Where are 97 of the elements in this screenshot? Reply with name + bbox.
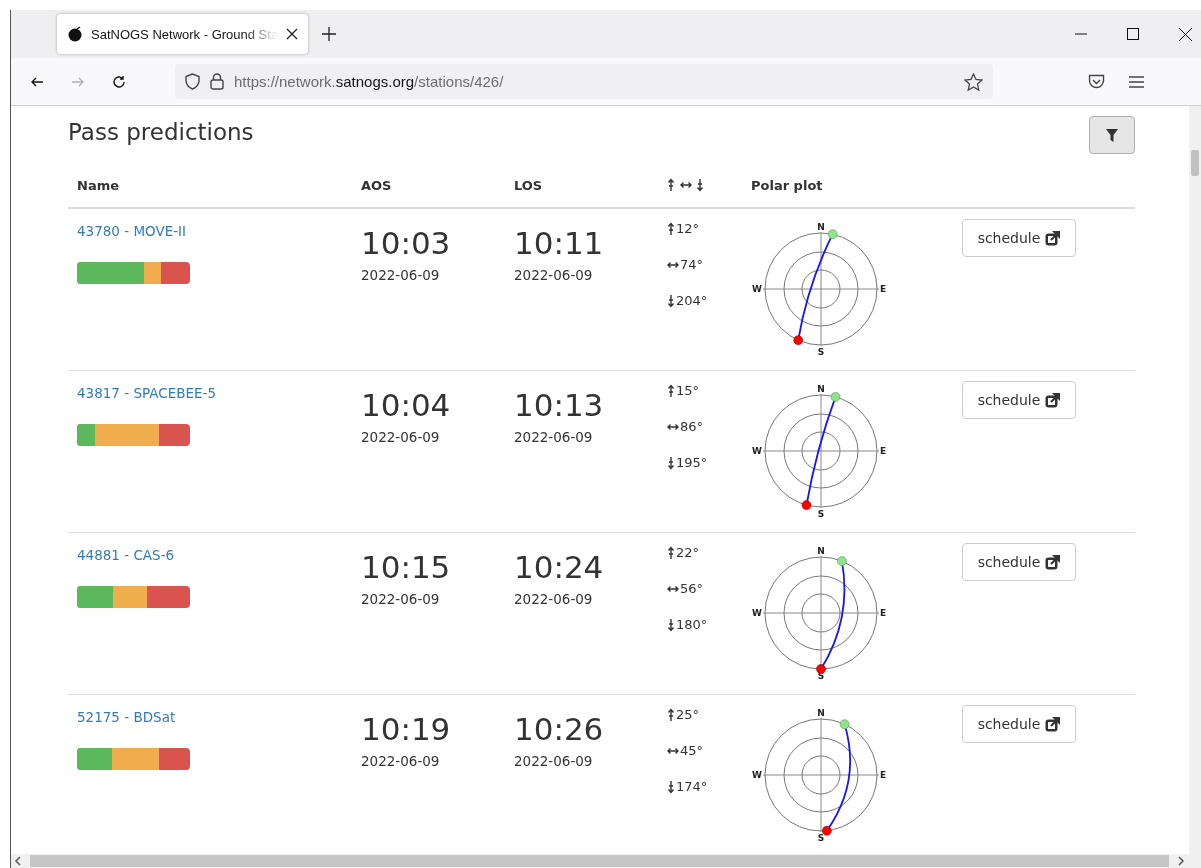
- compass-label: N: [817, 547, 825, 556]
- close-icon[interactable]: [286, 28, 298, 40]
- pass-date: 2022-06-09: [514, 267, 593, 283]
- down-arrow-icon: [667, 293, 675, 308]
- lock-icon: [210, 73, 224, 90]
- compass-label: S: [817, 347, 825, 357]
- pass-date: 2022-06-09: [514, 753, 593, 769]
- pass-time: 10:04: [361, 387, 451, 423]
- external-link-icon: [1045, 554, 1061, 570]
- address-bar[interactable]: https://network.satnogs.org/stations/426/: [175, 64, 993, 99]
- compass-label: E: [880, 608, 887, 618]
- angle-value: 25°: [676, 707, 700, 722]
- url-text: https://network.satnogs.org/stations/426/: [234, 73, 504, 90]
- reload-icon: [111, 73, 127, 90]
- pass-time: 10:11: [514, 225, 604, 261]
- angle-value: 22°: [676, 545, 700, 560]
- pass-date: 2022-06-09: [514, 591, 593, 607]
- schedule-button[interactable]: schedule: [962, 543, 1076, 581]
- end-dot: [822, 825, 832, 836]
- start-dot: [839, 719, 850, 730]
- column-header: LOS: [514, 178, 543, 193]
- end-dot: [816, 664, 826, 674]
- pass-time: 10:03: [361, 225, 451, 261]
- vertical-scrollbar[interactable]: [1189, 106, 1201, 854]
- end-dot: [793, 335, 803, 345]
- angle-value: 56°: [680, 581, 704, 596]
- scrollbar-thumb[interactable]: [30, 855, 1169, 867]
- angle-value: 180°: [676, 617, 708, 632]
- satellite-link[interactable]: 43780 - MOVE-II: [77, 223, 187, 239]
- compass-label: W: [752, 608, 762, 618]
- external-link-icon: [1045, 230, 1061, 246]
- up-arrow-icon: [667, 383, 675, 398]
- up-arrow-icon: [667, 545, 675, 560]
- pass-date: 2022-06-09: [361, 267, 440, 283]
- angle-value: 12°: [676, 221, 700, 236]
- angle-value: 74°: [680, 257, 704, 272]
- maximize-icon[interactable]: [1127, 27, 1139, 40]
- pass-date: 2022-06-09: [361, 591, 440, 607]
- down-arrow-icon: [667, 617, 675, 632]
- pass-date: 2022-06-09: [361, 429, 440, 445]
- compass-label: E: [880, 284, 887, 294]
- pocket-icon[interactable]: [1088, 73, 1105, 90]
- start-dot: [837, 556, 847, 566]
- compass-label: W: [752, 446, 762, 456]
- compass-label: N: [817, 385, 825, 394]
- angle-value: 195°: [676, 455, 708, 470]
- filter-icon: [1106, 128, 1118, 142]
- compass-label: E: [880, 770, 887, 780]
- start-dot: [830, 392, 841, 402]
- compass-label: N: [817, 223, 825, 232]
- close-icon[interactable]: [1179, 27, 1192, 41]
- end-dot: [801, 500, 812, 510]
- start-dot: [827, 229, 838, 239]
- angle-value: 45°: [680, 743, 704, 758]
- menu-icon[interactable]: [1129, 75, 1144, 88]
- angle-value: 204°: [676, 293, 708, 308]
- horizontal-scrollbar[interactable]: [11, 854, 1201, 868]
- compass-label: W: [752, 770, 762, 780]
- pass-time: 10:15: [361, 549, 451, 585]
- down-arrow-icon: [667, 455, 675, 470]
- shield-icon: [185, 73, 200, 90]
- filter-button[interactable]: [1089, 116, 1135, 154]
- compass-label: E: [880, 446, 887, 456]
- pass-time: 10:13: [514, 387, 604, 423]
- external-link-icon: [1045, 716, 1061, 732]
- pass-time: 10:26: [514, 711, 604, 747]
- external-link-icon: [1045, 392, 1061, 408]
- compass-label: S: [817, 833, 825, 843]
- up-arrow-icon: [667, 178, 675, 192]
- column-header: Name: [77, 178, 119, 193]
- schedule-button[interactable]: schedule: [962, 219, 1076, 257]
- pass-time: 10:24: [514, 549, 604, 585]
- globe-logo-icon: [67, 26, 83, 42]
- page-heading: Pass predictions: [68, 119, 254, 145]
- compass-label: N: [817, 709, 825, 718]
- pass-date: 2022-06-09: [514, 429, 593, 445]
- compass-label: W: [752, 284, 762, 294]
- angle-value: 86°: [680, 419, 704, 434]
- compass-label: S: [817, 509, 825, 519]
- new-tab-icon[interactable]: [322, 27, 336, 41]
- schedule-button[interactable]: schedule: [962, 381, 1076, 419]
- satellite-link[interactable]: 44881 - CAS-6: [77, 547, 175, 563]
- down-arrow-icon: [667, 779, 675, 794]
- down-arrow-icon: [696, 178, 705, 192]
- satellite-link[interactable]: 52175 - BDSat: [77, 709, 176, 725]
- column-header: AOS: [361, 178, 392, 193]
- up-arrow-icon: [667, 707, 675, 722]
- up-arrow-icon: [667, 221, 675, 236]
- satellite-link[interactable]: 43817 - SPACEBEE-5: [77, 385, 216, 401]
- star-icon[interactable]: [964, 72, 983, 91]
- column-header: Polar plot: [751, 178, 823, 193]
- pass-time: 10:19: [361, 711, 451, 747]
- scrollbar-thumb[interactable]: [1191, 150, 1199, 176]
- angle-value: 174°: [676, 779, 708, 794]
- pass-date: 2022-06-09: [361, 753, 440, 769]
- angle-value: 15°: [676, 383, 700, 398]
- schedule-button[interactable]: schedule: [962, 705, 1076, 743]
